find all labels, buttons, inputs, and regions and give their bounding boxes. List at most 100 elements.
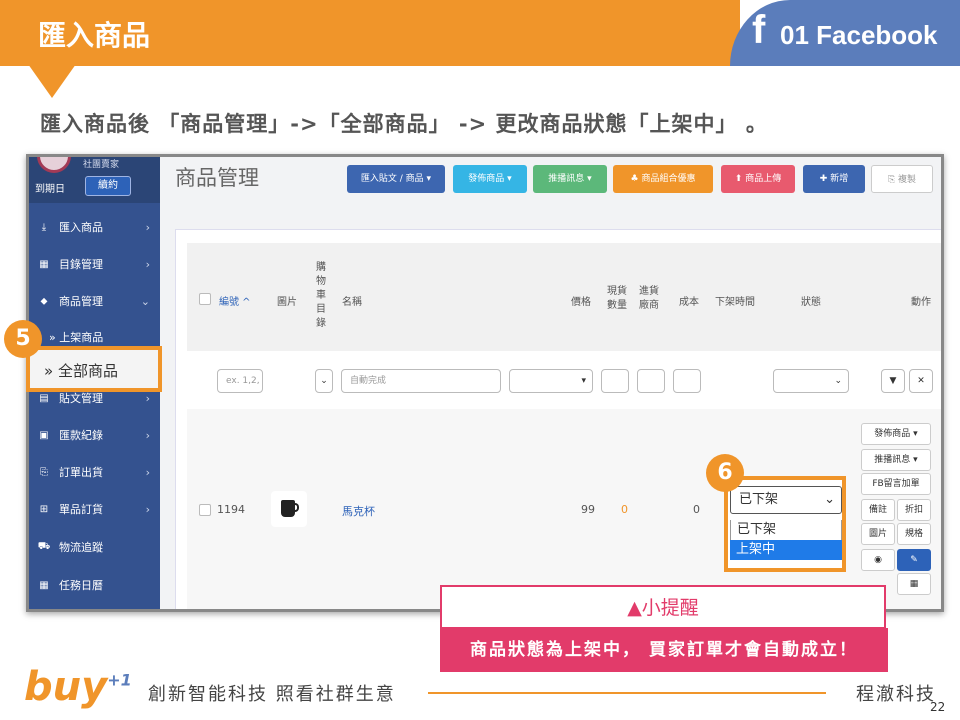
chevron-icon: › — [145, 257, 150, 271]
toolbar-button-6[interactable]: ⎘ 複製 — [871, 165, 933, 193]
publish-button[interactable]: 發佈商品 ▾ — [861, 423, 931, 445]
order-icon: ⎘ — [40, 466, 48, 478]
name-filter-input[interactable]: 自動完成 — [341, 369, 501, 393]
logo-text: buy — [24, 664, 108, 710]
section-label: 01 Facebook — [780, 20, 938, 50]
sidebar-item-0[interactable]: ⤓ 匯入商品 › — [29, 209, 160, 245]
note-button[interactable]: 備註 — [861, 499, 895, 521]
col-image: 圖片 — [277, 297, 297, 308]
col-status: 狀態 — [801, 297, 821, 308]
col-price: 價格 — [571, 297, 591, 308]
sidebar-sub-all-products[interactable]: » 全部商品 — [44, 360, 118, 381]
chevron-icon: › — [145, 391, 150, 405]
edit-icon[interactable]: ✎ — [897, 549, 931, 571]
status-select[interactable]: 已下架 ⌄ — [730, 486, 842, 514]
spec-button[interactable]: 規格 — [897, 523, 931, 545]
row-cost: 0 — [693, 503, 700, 516]
logo-sup: +1 — [107, 670, 132, 690]
status-select-value: 已下架 — [739, 492, 779, 507]
col-stock: 現貨 數量 — [607, 286, 627, 311]
id-filter-input[interactable]: ex. 1,2, — [217, 369, 263, 393]
step-6-badge: 6 — [706, 454, 744, 492]
col-supplier: 進貨 廠商 — [639, 286, 659, 311]
sidebar-item-label: 訂單出貨 — [59, 466, 103, 479]
table-header — [187, 243, 941, 351]
buy-plus-one-logo: buy+1 — [24, 664, 132, 710]
col-id[interactable]: 編號 ^ — [219, 293, 251, 308]
push-button[interactable]: 推播訊息 ▾ — [861, 449, 931, 471]
toolbar-button-1[interactable]: 發佈商品 ▾ — [453, 165, 527, 193]
filter-icon[interactable]: ▼ — [881, 369, 905, 393]
chevron-icon: › — [145, 220, 150, 234]
truck-icon: ⛟ — [37, 540, 51, 552]
cost-filter-input[interactable] — [673, 369, 701, 393]
eye-icon[interactable]: ◉ — [861, 549, 895, 571]
post-icon: ▤ — [39, 392, 49, 404]
status-filter-select[interactable]: ⌄ — [773, 369, 849, 393]
chevron-down-icon: ⌄ — [824, 492, 835, 507]
chevron-icon: › — [145, 428, 150, 442]
sidebar-item-5[interactable]: ⎘ 訂單出貨 › — [29, 454, 160, 490]
status-option-off[interactable]: 已下架 — [730, 520, 842, 540]
main-title: 商品管理 — [175, 166, 259, 190]
toolbar-button-5[interactable]: ✚ 新增 — [803, 165, 865, 193]
supplier-filter-input[interactable] — [637, 369, 665, 393]
col-cost: 成本 — [679, 297, 699, 308]
sidebar-item-8[interactable]: ▦ 任務日曆 — [29, 567, 160, 603]
calendar-icon: ▦ — [39, 579, 49, 591]
discount-button[interactable]: 折扣 — [897, 499, 931, 521]
status-option-on[interactable]: 上架中 — [730, 540, 842, 560]
sidebar-item-2[interactable]: ⬥ 商品管理 ⌄ — [29, 283, 160, 319]
sidebar-sub-on-shelf[interactable]: » 上架商品 — [49, 329, 103, 345]
expire-label: 到期日 — [35, 184, 65, 195]
cart-filter-select[interactable]: ⌄ — [315, 369, 333, 393]
price-filter-select[interactable]: ▾ — [509, 369, 593, 393]
sidebar-item-label: 目錄管理 — [59, 258, 103, 271]
col-cart: 購 物 車 目 錄 — [316, 262, 326, 329]
footer-divider — [428, 692, 826, 694]
row-stock: 0 — [621, 503, 628, 516]
sidebar-item-label: 任務日曆 — [59, 579, 103, 592]
tip-body: 商品狀態為上架中， 買家訂單才會自動成立！ — [440, 628, 888, 672]
sidebar-item-4[interactable]: ▣ 匯款紀錄 › — [29, 417, 160, 453]
catalog-icon: ▦ — [39, 258, 49, 270]
sidebar-item-label: 貼文管理 — [59, 392, 103, 405]
sidebar-item-label: 物流追蹤 — [59, 541, 103, 554]
renew-button[interactable]: 續約 — [85, 176, 131, 196]
toolbar-button-0[interactable]: 匯入貼文 / 商品 ▾ — [347, 165, 445, 193]
row-price: 99 — [581, 503, 595, 516]
sidebar-item-1[interactable]: ▦ 目錄管理 › — [29, 246, 160, 282]
stock-filter-input[interactable] — [601, 369, 629, 393]
facebook-icon: f — [752, 8, 766, 52]
product-thumbnail[interactable] — [271, 491, 307, 527]
toolbar-button-3[interactable]: ♣ 商品組合優惠 — [613, 165, 713, 193]
instruction-text: 匯入商品後 「商品管理」->「全部商品」 -> 更改商品狀態「上架中」 。 — [40, 112, 768, 136]
row-id: 1194 — [217, 503, 245, 516]
shop-name: 社團賣家 — [83, 160, 120, 170]
page-number: 22 — [930, 700, 946, 714]
col-action: 動作 — [911, 297, 931, 308]
sidebar-item-label: 商品管理 — [59, 295, 103, 308]
clear-filter-icon[interactable]: ✕ — [909, 369, 933, 393]
header-pointer — [28, 64, 76, 98]
calendar-icon[interactable]: ▦ — [897, 573, 931, 595]
sidebar-item-label: 匯款紀錄 — [59, 429, 103, 442]
step-5-badge: 5 — [4, 320, 42, 358]
sidebar-item-6[interactable]: ⊞ 單品訂貨 › — [29, 491, 160, 527]
toolbar-button-4[interactable]: ⬆ 商品上傳 — [721, 165, 795, 193]
chevron-icon: › — [145, 465, 150, 479]
download-icon: ⤓ — [41, 221, 47, 233]
sidebar-item-label: 單品訂貨 — [59, 503, 103, 516]
toolbar-button-2[interactable]: 推播訊息 ▾ — [533, 165, 607, 193]
row-checkbox[interactable] — [199, 504, 211, 516]
chevron-icon: › — [145, 502, 150, 516]
footer-slogan: 創新智能科技 照看社群生意 — [148, 684, 396, 705]
tag-icon: ⬥ — [40, 295, 48, 307]
col-off-time: 下架時間 — [715, 297, 755, 308]
image-button[interactable]: 圖片 — [861, 523, 895, 545]
product-name-link[interactable]: 馬克杯 — [342, 503, 375, 519]
fb-comment-button[interactable]: FB留言加單 — [861, 473, 931, 495]
page-title: 匯入商品 — [38, 19, 151, 52]
select-all-checkbox[interactable] — [199, 293, 211, 305]
sidebar-item-7[interactable]: ⛟ 物流追蹤 — [29, 529, 160, 565]
